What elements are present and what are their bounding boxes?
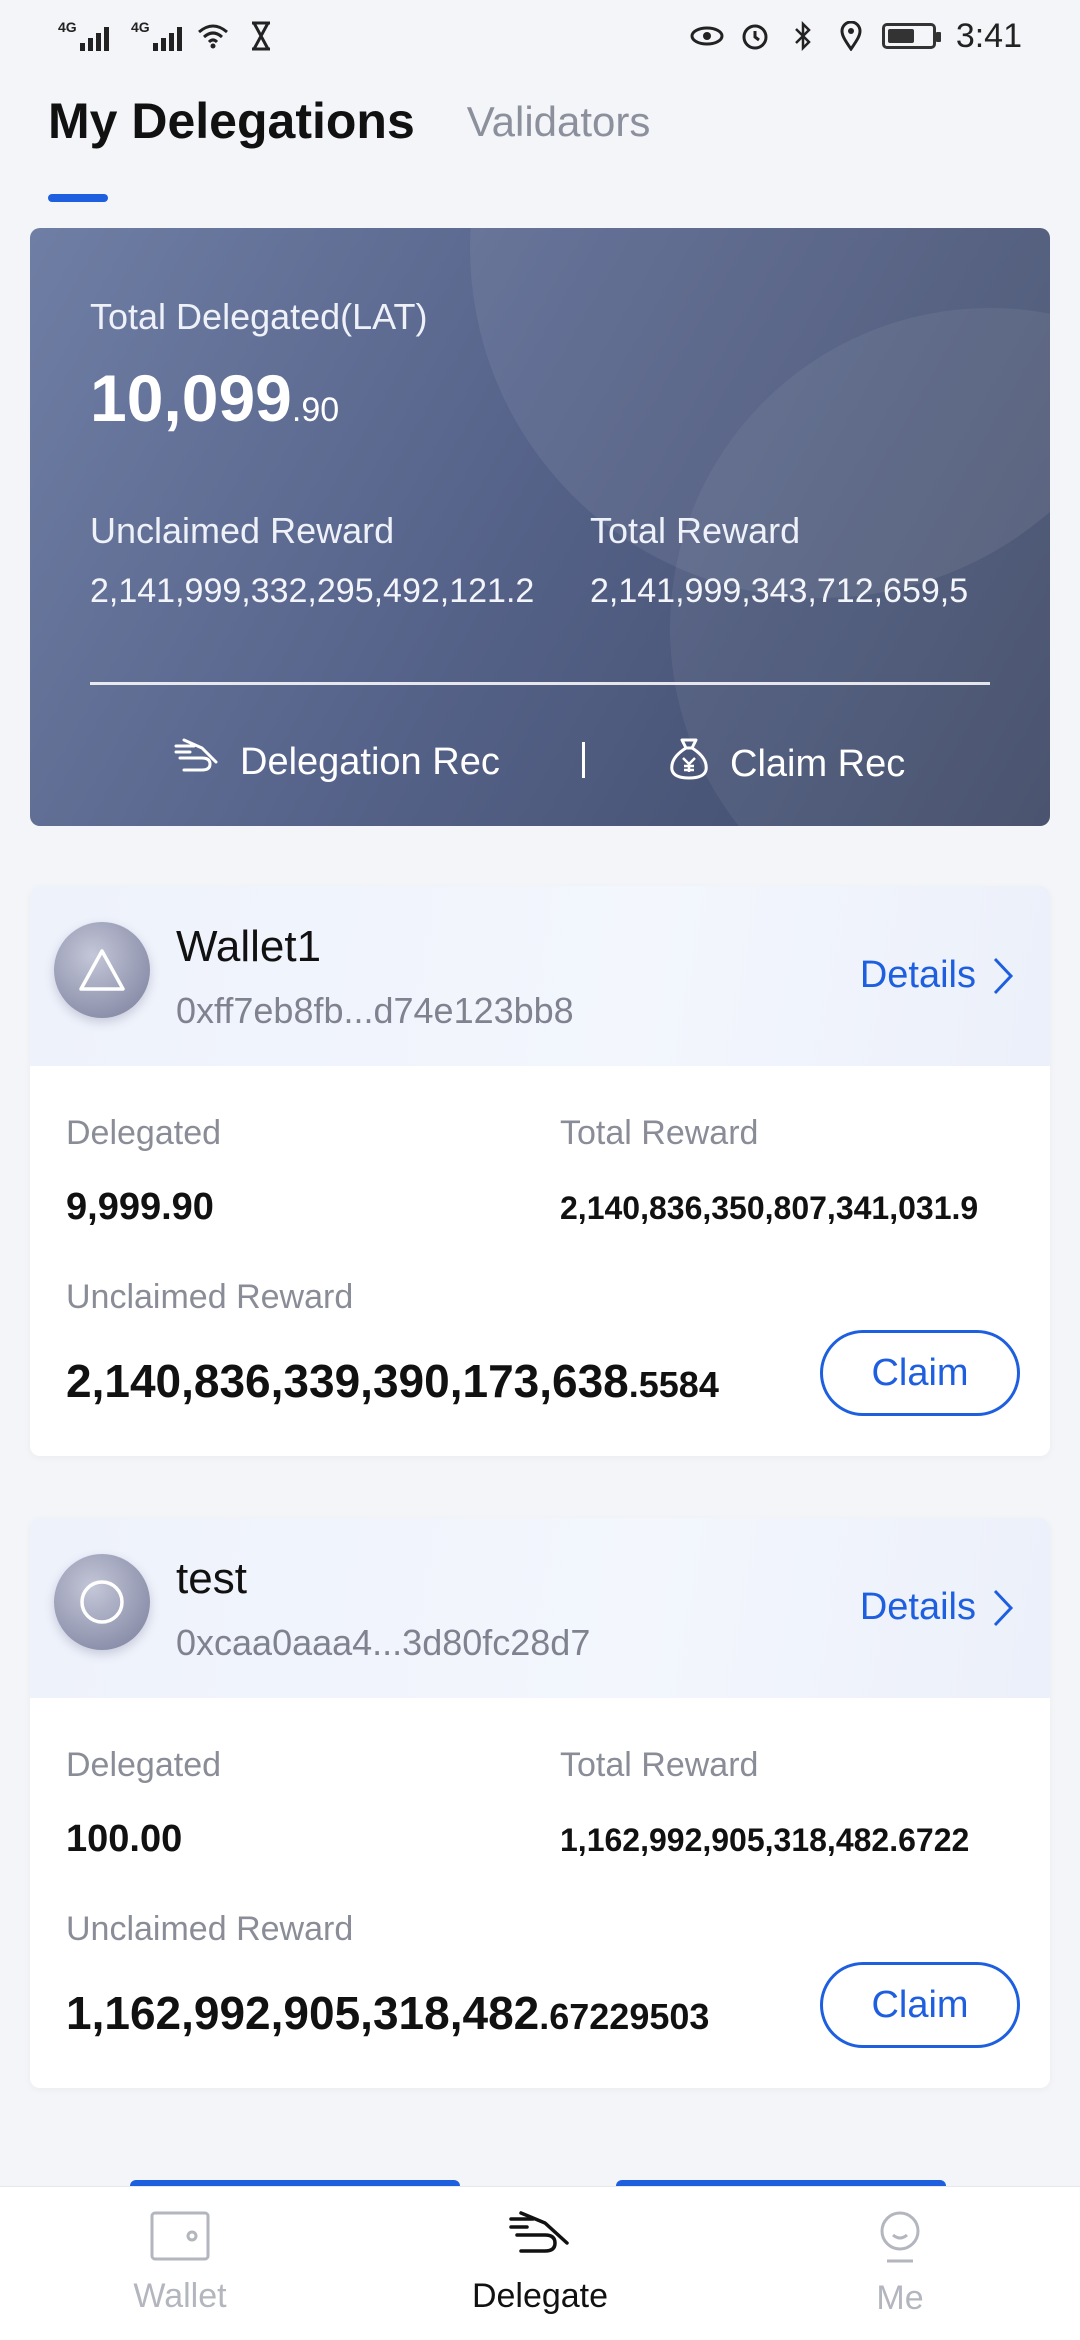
unclaimed-reward-value: 2,141,999,332,295,492,121.2: [90, 572, 535, 610]
delegation-card: Wallet1 0xff7eb8fb...d74e123bb8 Details …: [30, 886, 1050, 1456]
status-right: 3:41: [690, 17, 1022, 56]
delegated-value: 100.00: [66, 1818, 183, 1860]
card-header[interactable]: Wallet1 0xff7eb8fb...d74e123bb8 Details: [30, 886, 1050, 1066]
delegated-label: Delegated: [66, 1746, 222, 1784]
card-header[interactable]: test 0xcaa0aaa4...3d80fc28d7 Details: [30, 1518, 1050, 1698]
tab-my-delegations[interactable]: My Delegations: [48, 92, 415, 202]
total-reward-label: Total Reward: [560, 1746, 759, 1784]
nav-me-label: Me: [876, 2279, 924, 2317]
delegate-hand-icon: [172, 736, 222, 788]
details-label: Details: [859, 954, 976, 996]
unclaimed-reward-label: Unclaimed Reward: [66, 1910, 354, 1948]
money-bag-icon: [666, 736, 712, 792]
delegation-rec-label: Delegation Rec: [240, 740, 500, 783]
action-separator: [582, 742, 585, 778]
nav-delegate-label: Delegate: [471, 2277, 609, 2315]
status-left: 4G 4G: [58, 19, 278, 53]
total-delegated-integer: 10,099: [90, 361, 292, 435]
unclaimed-reward-value: 2,140,836,339,390,173,638.5584: [66, 1354, 719, 1408]
claim-button[interactable]: Claim: [820, 1330, 1020, 1416]
details-label: Details: [859, 1586, 976, 1628]
total-reward-value: 1,162,992,905,318,482.6722: [560, 1822, 970, 1858]
unclaimed-integer: 1,162,992,905,318,482: [66, 1987, 540, 2039]
network-type-2: 4G: [131, 19, 150, 35]
unclaimed-integer: 2,140,836,339,390,173,638: [66, 1355, 629, 1407]
signal-icon: 4G: [58, 19, 109, 51]
network-type: 4G: [58, 19, 77, 35]
total-reward-value: 2,141,999,343,712,659,5: [590, 572, 969, 610]
battery-icon: [881, 23, 941, 49]
delegation-rec-button[interactable]: Delegation Rec: [172, 736, 500, 788]
alarm-icon: [738, 19, 772, 53]
tab-validators[interactable]: Validators: [467, 98, 651, 150]
unclaimed-reward-label: Unclaimed Reward: [90, 510, 395, 551]
nav-wallet-label: Wallet: [133, 2277, 227, 2315]
wallet-avatar: [54, 1554, 150, 1650]
claim-rec-button[interactable]: Claim Rec: [666, 736, 905, 792]
total-reward-value: 2,140,836,350,807,341,031.9: [560, 1190, 979, 1226]
status-time: 3:41: [955, 16, 1022, 55]
bluetooth-icon: [786, 19, 820, 53]
hourglass-icon: [244, 19, 278, 53]
triangle-icon: [79, 949, 125, 991]
delegated-label: Delegated: [66, 1114, 222, 1152]
unclaimed-reward-value: 1,162,992,905,318,482.67229503: [66, 1986, 709, 2040]
signal-icon-2: 4G: [131, 19, 182, 51]
summary-card: Total Delegated(LAT) 10,099.90 Unclaimed…: [30, 228, 1050, 826]
person-icon: [880, 2211, 920, 2263]
bottom-nav: Wallet Delegate Me: [0, 2186, 1080, 2340]
wallet-address: 0xcaa0aaa4...3d80fc28d7: [176, 1622, 591, 1663]
claim-button[interactable]: Claim: [820, 1962, 1020, 2048]
delegate-hand-icon: [509, 2211, 569, 2253]
total-reward-label: Total Reward: [590, 510, 801, 551]
status-bar: 4G 4G 3:41: [0, 0, 1080, 72]
location-icon: [834, 19, 868, 53]
total-delegated-label: Total Delegated(LAT): [90, 296, 428, 337]
delegation-card: test 0xcaa0aaa4...3d80fc28d7 Details Del…: [30, 1518, 1050, 2088]
delegated-value: 9,999.90: [66, 1186, 214, 1228]
circle-icon: [80, 1580, 124, 1624]
divider: [90, 682, 990, 685]
wallet-name: test: [176, 1554, 247, 1603]
wallet-avatar: [54, 922, 150, 1018]
unclaimed-decimal: .5584: [628, 1364, 719, 1405]
chevron-right-icon: [993, 1589, 1014, 1626]
wallet-icon: [150, 2211, 210, 2261]
total-reward-label: Total Reward: [560, 1114, 759, 1152]
wallet-name: Wallet1: [176, 922, 322, 971]
unclaimed-decimal: .67229503: [539, 1996, 710, 2037]
details-link[interactable]: Details: [860, 1586, 1014, 1629]
nav-me[interactable]: Me: [750, 2187, 1050, 2318]
chevron-right-icon: [993, 957, 1014, 994]
header-tabs: My Delegations Validators: [48, 92, 651, 202]
wifi-icon: [196, 19, 230, 53]
total-delegated-decimal: .90: [291, 391, 340, 429]
nav-wallet[interactable]: Wallet: [30, 2187, 330, 2316]
eye-icon: [690, 19, 724, 53]
claim-rec-label: Claim Rec: [730, 742, 906, 785]
details-link[interactable]: Details: [860, 954, 1014, 997]
unclaimed-reward-label: Unclaimed Reward: [66, 1278, 354, 1316]
wallet-address: 0xff7eb8fb...d74e123bb8: [176, 990, 574, 1031]
total-delegated-value: 10,099.90: [90, 360, 339, 436]
nav-delegate[interactable]: Delegate: [390, 2187, 690, 2316]
